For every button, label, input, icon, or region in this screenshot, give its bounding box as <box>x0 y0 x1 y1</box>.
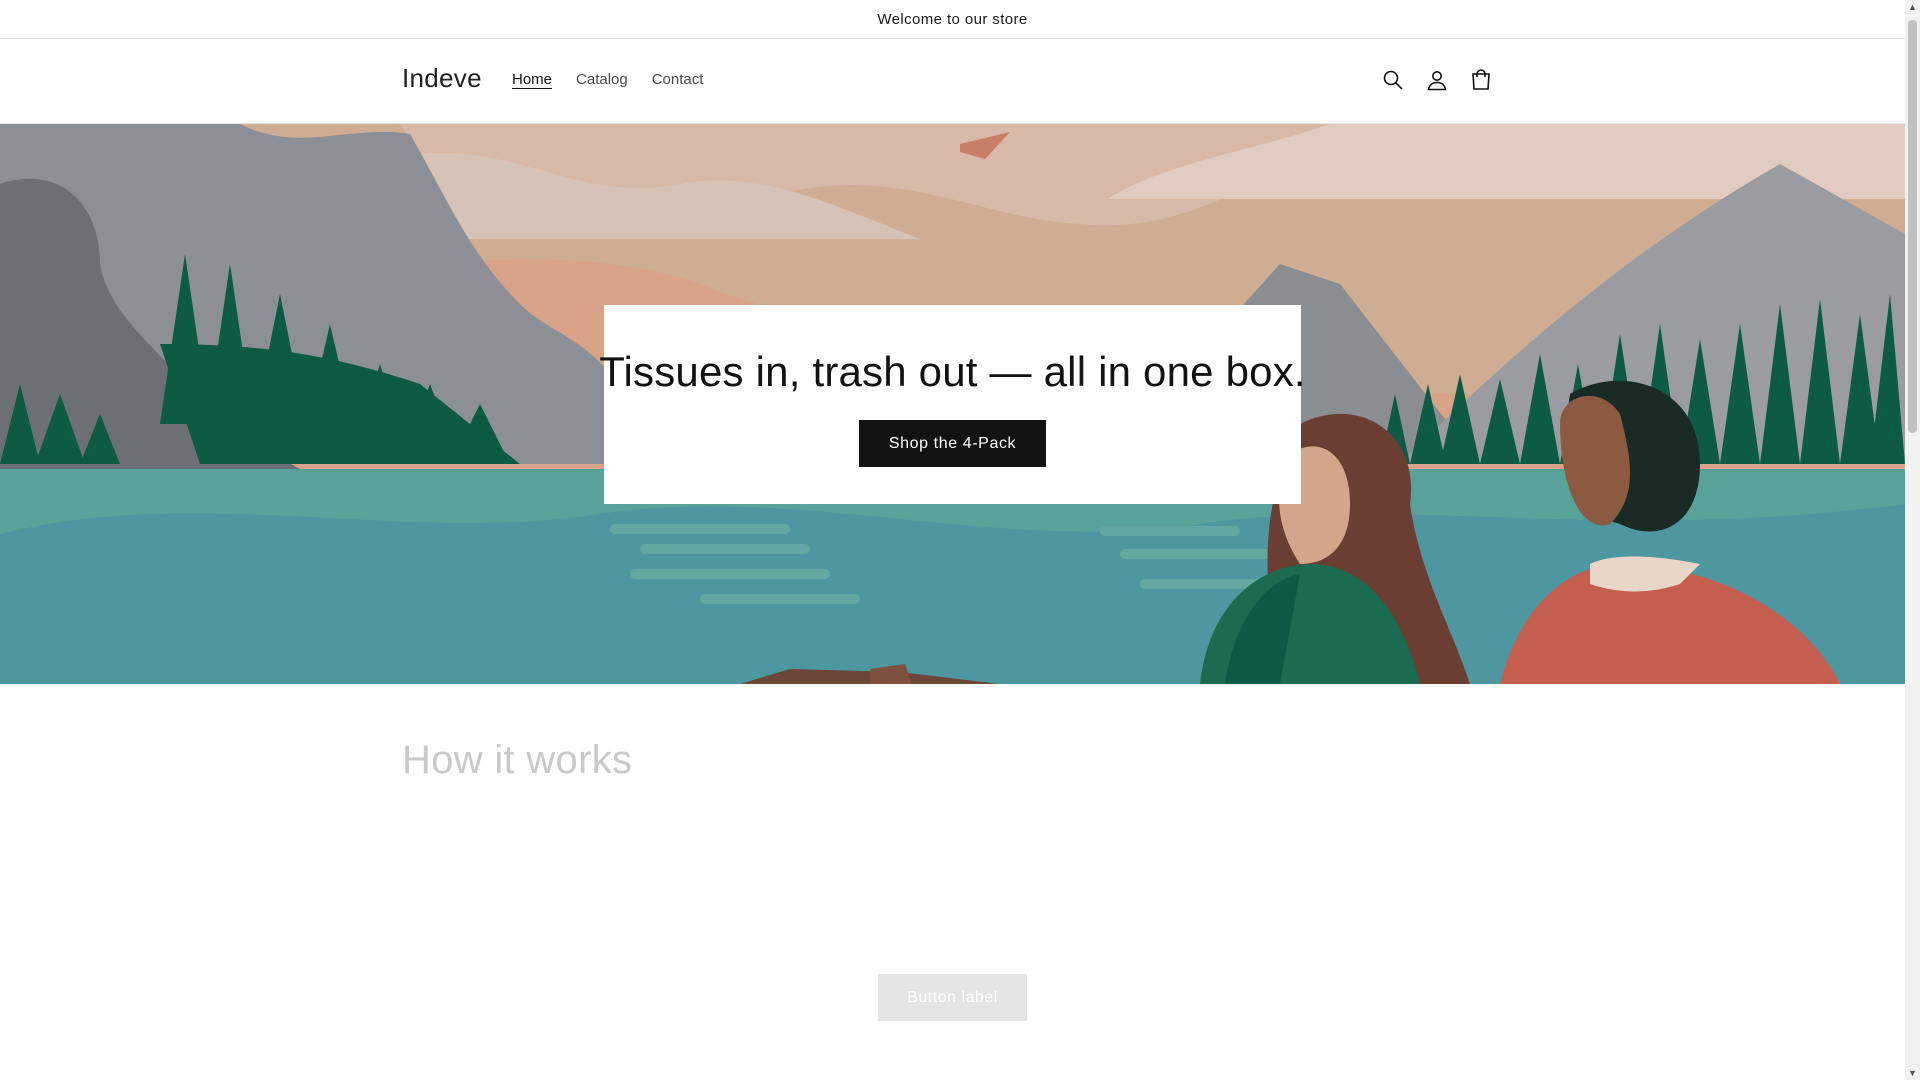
cart-icon[interactable] <box>1468 65 1494 95</box>
main-nav: Home Catalog Contact <box>512 71 703 88</box>
header-icons <box>1380 65 1494 95</box>
storefront-page: Welcome to our store Indeve Home Catalog… <box>0 0 1905 1080</box>
hero-banner: Tissues in, trash out — all in one box. … <box>0 124 1905 684</box>
scrollbar-thumb[interactable] <box>1908 20 1917 433</box>
store-logo[interactable]: Indeve <box>402 63 482 94</box>
announcement-bar: Welcome to our store <box>0 0 1905 39</box>
hero-content-box: Tissues in, trash out — all in one box. … <box>599 305 1306 504</box>
scroll-up-arrow-icon[interactable]: ▲ <box>1905 0 1920 14</box>
announcement-text: Welcome to our store <box>877 10 1028 28</box>
shop-4-pack-button[interactable]: Shop the 4-Pack <box>858 420 1047 467</box>
scroll-down-arrow-icon[interactable]: ▼ <box>1905 1066 1920 1080</box>
site-header: Indeve Home Catalog Contact <box>0 39 1905 124</box>
search-icon[interactable] <box>1380 65 1406 95</box>
how-it-works-heading: How it works <box>402 738 633 782</box>
hero-heading: Tissues in, trash out — all in one box. <box>599 348 1306 395</box>
nav-link-home[interactable]: Home <box>512 71 552 88</box>
nav-link-contact[interactable]: Contact <box>652 71 704 88</box>
placeholder-button[interactable]: Button label <box>878 974 1027 1021</box>
nav-link-catalog[interactable]: Catalog <box>576 71 628 88</box>
account-icon[interactable] <box>1424 65 1450 95</box>
page-scrollbar[interactable]: ▲ ▼ <box>1905 0 1920 1080</box>
